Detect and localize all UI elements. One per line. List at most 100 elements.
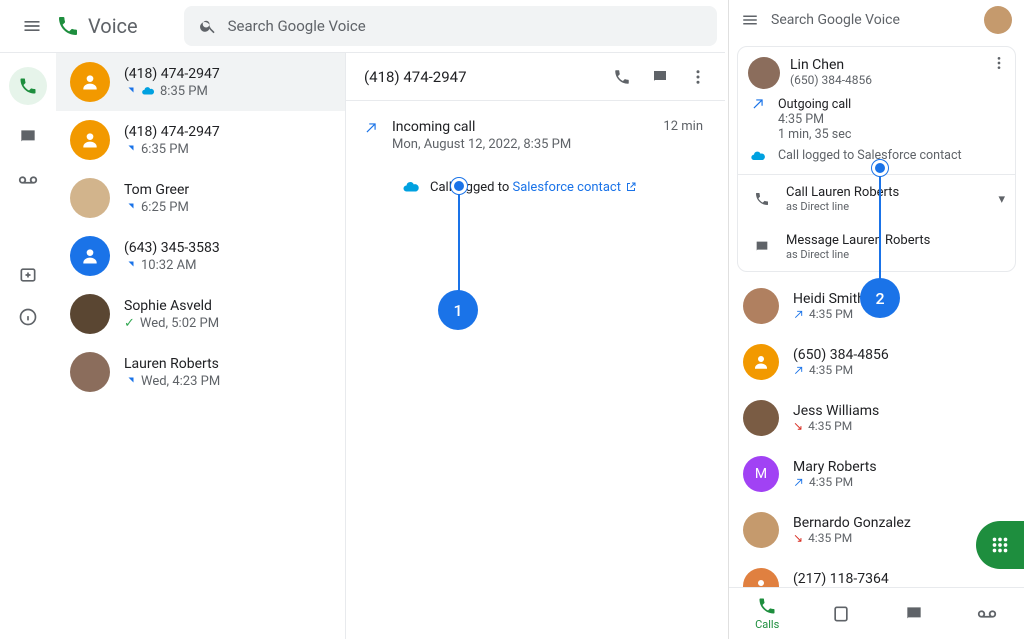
nav-contacts[interactable] bbox=[831, 604, 851, 624]
card-call-duration: 1 min, 35 sec bbox=[778, 127, 851, 142]
message-icon bbox=[904, 604, 924, 624]
conversation-item[interactable]: (418) 474-2947 6:35 PM bbox=[56, 111, 345, 169]
incoming-arrow-icon bbox=[364, 121, 378, 135]
message-button[interactable] bbox=[651, 68, 669, 86]
conversation-time: 10:32 AM bbox=[141, 258, 196, 273]
contact-number: (650) 384-4856 bbox=[790, 73, 872, 87]
conversation-time: Wed, 5:02 PM bbox=[140, 316, 219, 331]
answered-check-icon: ✓ bbox=[124, 316, 135, 331]
list-item[interactable]: (650) 384-4856 4:35 PM bbox=[729, 334, 1024, 390]
list-item[interactable]: M Mary Roberts 4:35 PM bbox=[729, 446, 1024, 502]
action-message[interactable]: Message Lauren Roberts as Direct line bbox=[738, 223, 1015, 271]
salesforce-contact-link[interactable]: Salesforce contact bbox=[512, 180, 636, 195]
rail-voicemail[interactable] bbox=[17, 169, 39, 191]
app-title: Voice bbox=[56, 14, 138, 38]
callout-badge-1: 1 bbox=[438, 290, 478, 330]
avatar bbox=[70, 62, 110, 102]
more-button[interactable] bbox=[689, 68, 707, 86]
callout-anchor bbox=[872, 160, 888, 176]
nav-messages[interactable] bbox=[904, 604, 924, 624]
nav-calls-label: Calls bbox=[755, 618, 779, 631]
action-call[interactable]: Call Lauren Roberts as Direct line ▾ bbox=[738, 175, 1015, 223]
nav-voicemail[interactable] bbox=[976, 603, 998, 625]
voice-logo-icon bbox=[56, 14, 80, 38]
search-icon bbox=[198, 17, 218, 35]
right-app: Search Google Voice Lin Chen (650) 384-4… bbox=[728, 0, 1024, 639]
conversation-time: 6:35 PM bbox=[141, 142, 189, 157]
list-item[interactable]: Jess Williams ↘4:35 PM bbox=[729, 390, 1024, 446]
outgoing-arrow-icon bbox=[124, 85, 136, 97]
message-icon bbox=[651, 68, 669, 86]
callout-connector bbox=[458, 182, 460, 292]
action-msg-label: Message Lauren Roberts bbox=[786, 233, 930, 248]
conversation-item[interactable]: Tom Greer 6:25 PM bbox=[56, 169, 345, 227]
conversation-title: (418) 474-2947 bbox=[124, 124, 220, 140]
more-vert-icon bbox=[689, 68, 707, 86]
outgoing-arrow-icon bbox=[793, 477, 804, 488]
list-title: (217) 118-7364 bbox=[793, 571, 889, 587]
nav-rail bbox=[0, 53, 56, 639]
list-time: 4:35 PM bbox=[809, 307, 853, 321]
main-body: (418) 474-2947 8:35 PM (418) 474-2947 6:… bbox=[0, 52, 725, 639]
callout-badge-2: 2 bbox=[860, 278, 900, 318]
conversation-title: Lauren Roberts bbox=[124, 356, 220, 372]
missed-arrow-icon: ↘ bbox=[793, 419, 803, 433]
list-time: 4:35 PM bbox=[808, 531, 852, 545]
card-sf-text: Call logged to Salesforce contact bbox=[778, 148, 962, 163]
call-type: Incoming call bbox=[392, 119, 571, 135]
list-title: Jess Williams bbox=[793, 403, 879, 419]
cloud-icon bbox=[141, 84, 155, 98]
outgoing-arrow-icon bbox=[124, 375, 136, 387]
detail-body: Incoming call Mon, August 12, 2022, 8:35… bbox=[346, 101, 725, 214]
conversation-item[interactable]: (643) 345-3583 10:32 AM bbox=[56, 227, 345, 285]
conversation-time: Wed, 4:23 PM bbox=[141, 374, 220, 389]
avatar bbox=[70, 178, 110, 218]
list-time: 4:35 PM bbox=[809, 475, 853, 489]
message-icon bbox=[752, 239, 772, 255]
conversation-item[interactable]: Sophie Asveld ✓Wed, 5:02 PM bbox=[56, 285, 345, 343]
profile-avatar[interactable] bbox=[984, 6, 1012, 34]
outgoing-arrow-icon bbox=[124, 201, 136, 213]
call-duration: 12 min bbox=[663, 119, 703, 134]
conversation-item[interactable]: Lauren Roberts Wed, 4:23 PM bbox=[56, 343, 345, 401]
search-placeholder[interactable]: Search Google Voice bbox=[771, 12, 972, 28]
salesforce-cloud-icon bbox=[402, 178, 420, 196]
menu-button[interactable] bbox=[741, 11, 759, 29]
contact-name: Lin Chen bbox=[790, 57, 872, 73]
nav-calls[interactable]: Calls bbox=[755, 596, 779, 631]
hamburger-icon bbox=[22, 16, 42, 36]
detail-header: (418) 474-2947 bbox=[346, 53, 725, 101]
callout-connector bbox=[879, 166, 881, 280]
contacts-icon bbox=[831, 604, 851, 624]
card-call-info: Outgoing call 4:35 PM 1 min, 35 sec bbox=[748, 97, 1005, 142]
rail-messages[interactable] bbox=[18, 127, 38, 147]
chevron-down-icon: ▾ bbox=[998, 192, 1005, 207]
person-icon bbox=[752, 353, 770, 371]
conversation-item[interactable]: (418) 474-2947 8:35 PM bbox=[56, 53, 345, 111]
avatar bbox=[70, 236, 110, 276]
search-bar[interactable]: Search Google Voice bbox=[184, 6, 717, 46]
avatar bbox=[70, 294, 110, 334]
card-more-button[interactable] bbox=[991, 55, 1007, 71]
more-vert-icon bbox=[991, 55, 1007, 71]
rail-calls[interactable] bbox=[9, 67, 47, 105]
person-icon bbox=[752, 577, 770, 587]
call-button[interactable] bbox=[613, 68, 631, 86]
avatar bbox=[743, 344, 779, 380]
rail-archive[interactable] bbox=[18, 265, 38, 285]
outgoing-arrow-icon bbox=[748, 97, 768, 111]
outgoing-arrow-icon bbox=[124, 143, 136, 155]
rail-info[interactable] bbox=[18, 307, 38, 327]
action-msg-sub: as Direct line bbox=[786, 248, 930, 261]
list-item[interactable]: (217) 118-7364 4:35 PM bbox=[729, 558, 1024, 587]
list-title: Mary Roberts bbox=[793, 459, 877, 475]
dialpad-fab[interactable] bbox=[976, 521, 1024, 569]
conversation-time: 6:25 PM bbox=[141, 200, 189, 215]
call-entry: Incoming call Mon, August 12, 2022, 8:35… bbox=[364, 119, 707, 152]
call-time: Mon, August 12, 2022, 8:35 PM bbox=[392, 137, 571, 152]
phone-icon bbox=[613, 68, 631, 86]
voicemail-icon bbox=[976, 603, 998, 625]
conversation-time: 8:35 PM bbox=[160, 84, 208, 99]
menu-button[interactable] bbox=[8, 16, 56, 36]
missed-arrow-icon: ↘ bbox=[793, 531, 803, 545]
